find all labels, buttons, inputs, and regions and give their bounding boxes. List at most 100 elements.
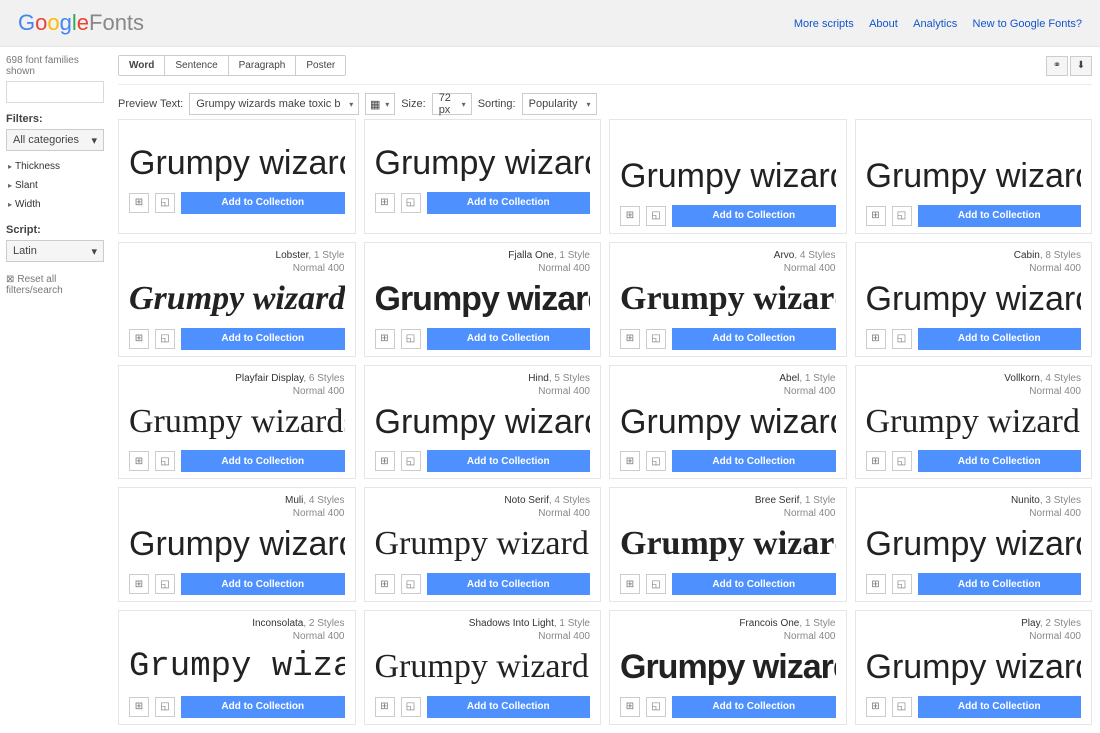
font-styles: , 4 Styles (1040, 373, 1081, 384)
popout-icon[interactable]: ◱ (646, 697, 666, 717)
popout-icon[interactable]: ◱ (401, 451, 421, 471)
card-footer: ⊞ ◱ Add to Collection (375, 696, 591, 718)
popout-icon[interactable]: ◱ (155, 574, 175, 594)
popout-icon[interactable]: ◱ (646, 329, 666, 349)
size-select[interactable]: 72 px (432, 93, 472, 115)
add-icon[interactable]: ⊞ (620, 697, 640, 717)
add-icon[interactable]: ⊞ (129, 697, 149, 717)
font-styles: , 4 Styles (549, 495, 590, 506)
add-to-collection-button[interactable]: Add to Collection (181, 328, 345, 350)
popout-icon[interactable]: ◱ (892, 206, 912, 226)
popout-icon[interactable]: ◱ (155, 697, 175, 717)
link-analytics[interactable]: Analytics (913, 18, 957, 30)
filter-width[interactable]: Width (6, 195, 104, 214)
add-to-collection-button[interactable]: Add to Collection (918, 450, 1082, 472)
add-icon[interactable]: ⊞ (129, 193, 149, 213)
sort-select[interactable]: Popularity (522, 93, 597, 115)
add-icon[interactable]: ⊞ (866, 697, 886, 717)
popout-icon[interactable]: ◱ (892, 574, 912, 594)
add-to-collection-button[interactable]: Add to Collection (918, 573, 1082, 595)
add-to-collection-button[interactable]: Add to Collection (181, 696, 345, 718)
add-to-collection-button[interactable]: Add to Collection (181, 450, 345, 472)
font-styles: , 1 Style (799, 495, 835, 506)
tab-sentence[interactable]: Sentence (165, 56, 228, 75)
tab-paragraph[interactable]: Paragraph (229, 56, 297, 75)
add-icon[interactable]: ⊞ (620, 451, 640, 471)
add-to-collection-button[interactable]: Add to Collection (427, 328, 591, 350)
download-icon[interactable]: ⬇ (1070, 56, 1092, 76)
add-icon[interactable]: ⊞ (866, 574, 886, 594)
add-to-collection-button[interactable]: Add to Collection (672, 328, 836, 350)
card-footer: ⊞ ◱ Add to Collection (866, 573, 1082, 595)
add-to-collection-button[interactable]: Add to Collection (181, 192, 345, 214)
popout-icon[interactable]: ◱ (646, 206, 666, 226)
add-to-collection-button[interactable]: Add to Collection (427, 192, 591, 214)
add-icon[interactable]: ⊞ (866, 329, 886, 349)
font-card: Abel, 1 StyleNormal 400Grumpy wizards⊞◱A… (609, 365, 847, 480)
popout-icon[interactable]: ◱ (401, 329, 421, 349)
add-icon[interactable]: ⊞ (375, 697, 395, 717)
add-to-collection-button[interactable]: Add to Collection (427, 573, 591, 595)
add-to-collection-button[interactable]: Add to Collection (672, 573, 836, 595)
grid-view-select[interactable]: ▦ (365, 93, 395, 115)
popout-icon[interactable]: ◱ (892, 329, 912, 349)
card-header: Fjalla One, 1 StyleNormal 400 (375, 249, 591, 275)
add-icon[interactable]: ⊞ (375, 574, 395, 594)
add-icon[interactable]: ⊞ (129, 574, 149, 594)
font-weight: Normal 400 (866, 507, 1082, 520)
link-icon[interactable]: ⚭ (1046, 56, 1068, 76)
popout-icon[interactable]: ◱ (646, 451, 666, 471)
add-icon[interactable]: ⊞ (620, 206, 640, 226)
add-to-collection-button[interactable]: Add to Collection (181, 573, 345, 595)
card-footer: ⊞ ◱ Add to Collection (129, 573, 345, 595)
filter-slant[interactable]: Slant (6, 176, 104, 195)
popout-icon[interactable]: ◱ (401, 697, 421, 717)
link-new-to[interactable]: New to Google Fonts? (973, 18, 1082, 30)
add-to-collection-button[interactable]: Add to Collection (672, 696, 836, 718)
add-icon[interactable]: ⊞ (866, 206, 886, 226)
add-to-collection-button[interactable]: Add to Collection (427, 696, 591, 718)
categories-dropdown[interactable]: All categories▾ (6, 129, 104, 151)
font-styles: , 4 Styles (794, 250, 835, 261)
card-footer: ⊞ ◱ Add to Collection (620, 450, 836, 472)
font-preview: Grumpy wizards (620, 156, 836, 197)
popout-icon[interactable]: ◱ (892, 451, 912, 471)
add-to-collection-button[interactable]: Add to Collection (672, 450, 836, 472)
add-to-collection-button[interactable]: Add to Collection (672, 205, 836, 227)
font-preview: Grumpy wizards (866, 402, 1082, 443)
add-icon[interactable]: ⊞ (620, 574, 640, 594)
controls: Preview Text: Grumpy wizards make toxic … (118, 85, 1092, 123)
add-to-collection-button[interactable]: Add to Collection (427, 450, 591, 472)
popout-icon[interactable]: ◱ (155, 329, 175, 349)
add-icon[interactable]: ⊞ (375, 193, 395, 213)
font-name: Play (1021, 618, 1040, 629)
link-more-scripts[interactable]: More scripts (794, 18, 854, 30)
add-icon[interactable]: ⊞ (129, 451, 149, 471)
header: GoogleFonts More scripts About Analytics… (0, 0, 1100, 47)
add-to-collection-button[interactable]: Add to Collection (918, 328, 1082, 350)
link-about[interactable]: About (869, 18, 898, 30)
popout-icon[interactable]: ◱ (401, 574, 421, 594)
tab-poster[interactable]: Poster (296, 56, 345, 75)
add-icon[interactable]: ⊞ (375, 451, 395, 471)
script-dropdown[interactable]: Latin▾ (6, 240, 104, 262)
preview-text-select[interactable]: Grumpy wizards make toxic brew for the e… (189, 93, 359, 115)
popout-icon[interactable]: ◱ (646, 574, 666, 594)
add-to-collection-button[interactable]: Add to Collection (918, 696, 1082, 718)
popout-icon[interactable]: ◱ (155, 451, 175, 471)
popout-icon[interactable]: ◱ (155, 193, 175, 213)
logo[interactable]: GoogleFonts (18, 10, 144, 36)
add-icon[interactable]: ⊞ (866, 451, 886, 471)
filter-thickness[interactable]: Thickness (6, 157, 104, 176)
add-icon[interactable]: ⊞ (129, 329, 149, 349)
reset-filters[interactable]: Reset all filters/search (6, 274, 104, 296)
tab-word[interactable]: Word (119, 56, 165, 75)
add-icon[interactable]: ⊞ (375, 329, 395, 349)
font-styles: , 4 Styles (303, 495, 344, 506)
popout-icon[interactable]: ◱ (401, 193, 421, 213)
add-icon[interactable]: ⊞ (620, 329, 640, 349)
popout-icon[interactable]: ◱ (892, 697, 912, 717)
add-to-collection-button[interactable]: Add to Collection (918, 205, 1082, 227)
font-card: Playfair Display, 6 StylesNormal 400Grum… (118, 365, 356, 480)
search-input[interactable] (6, 81, 104, 103)
